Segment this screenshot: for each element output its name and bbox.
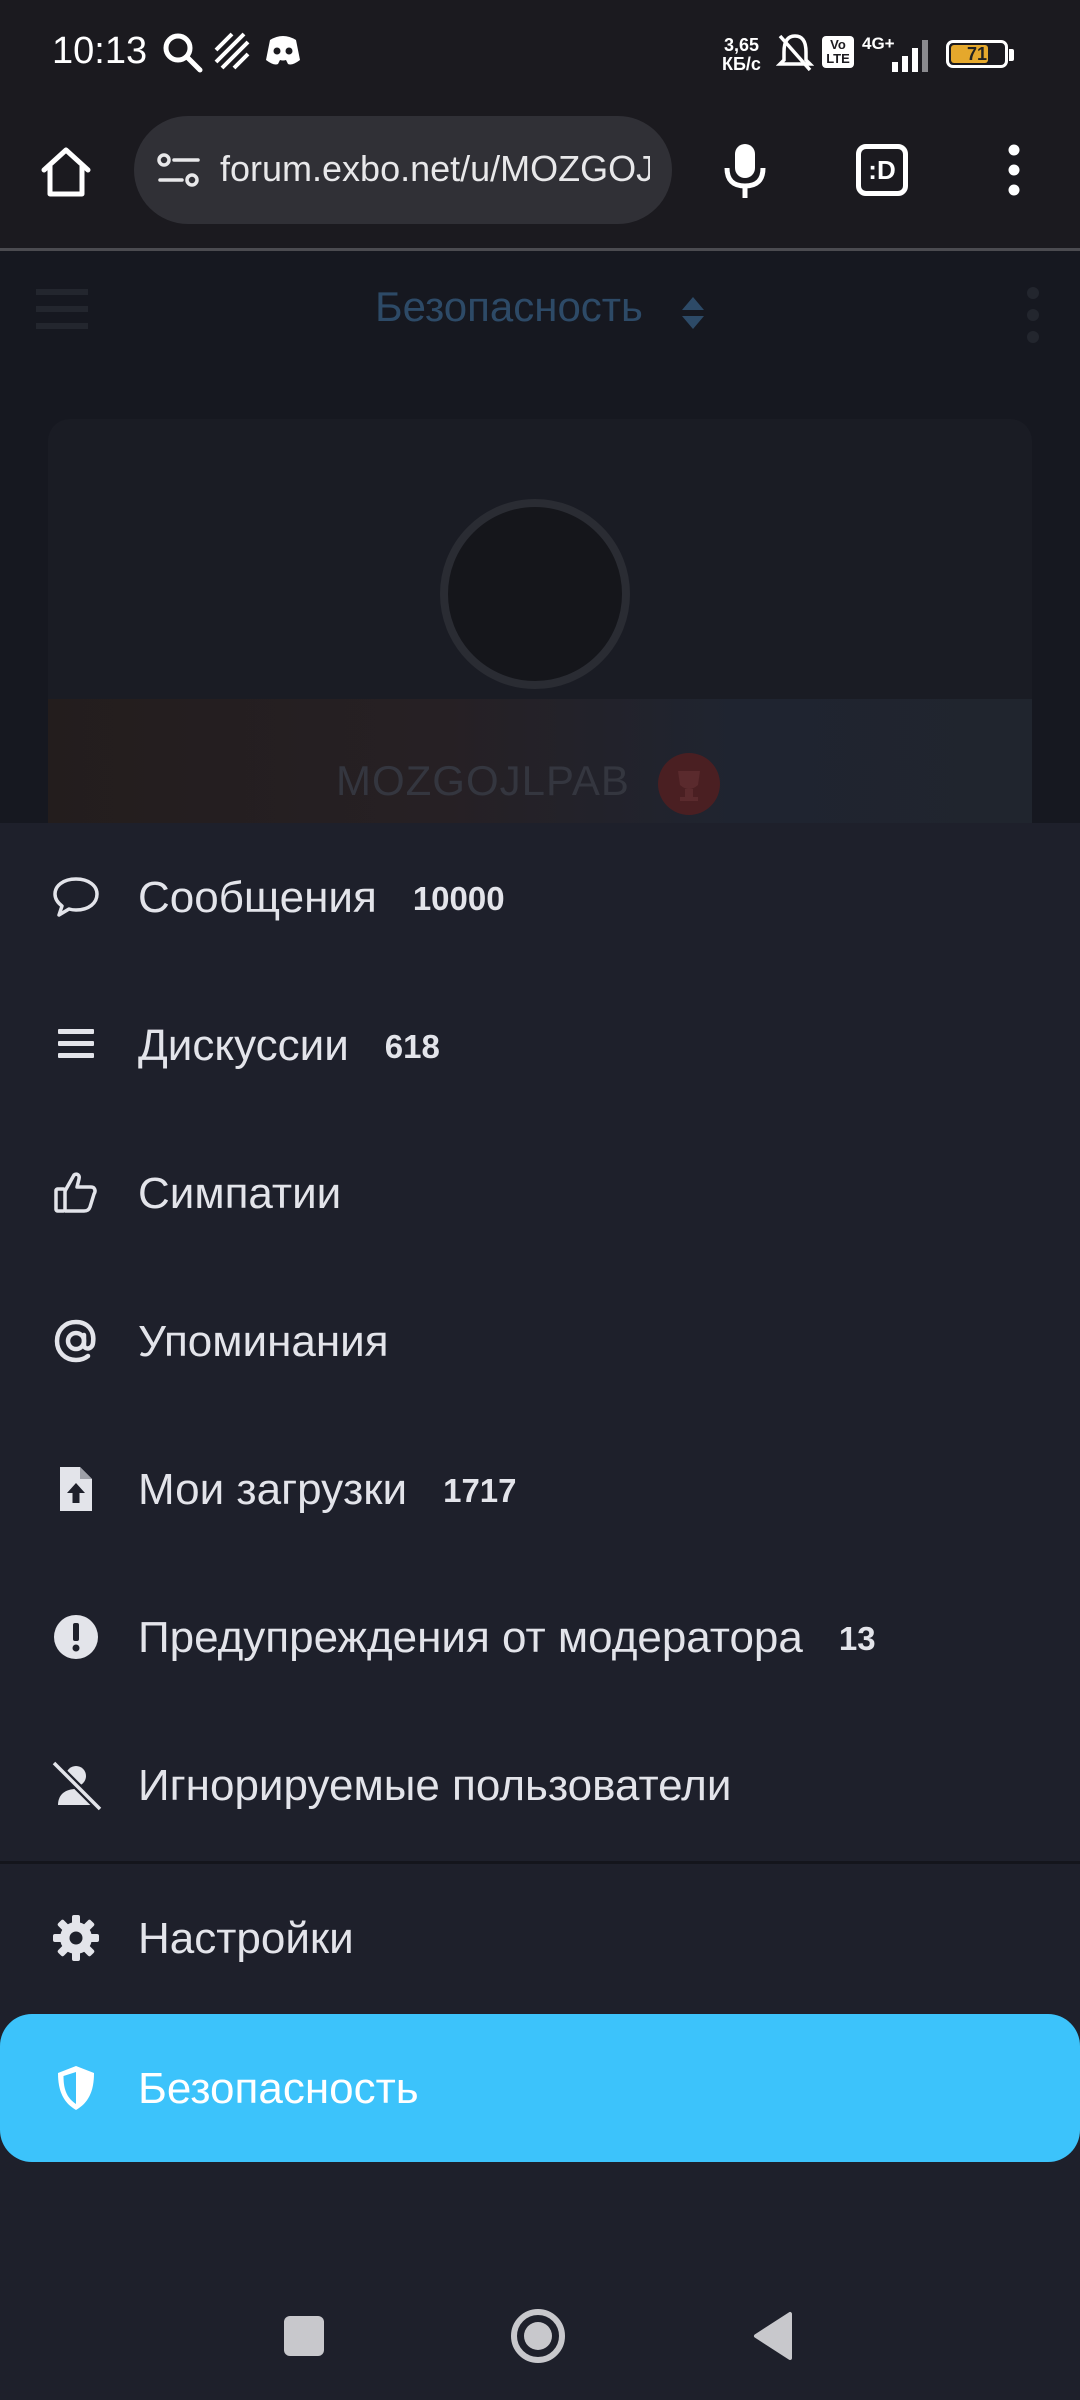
menu-item-mentions[interactable]: Упоминания [0,1267,1080,1415]
trophy-icon [658,753,720,815]
menu-item-likes[interactable]: Симпатии [0,1119,1080,1267]
menu-count: 618 [384,1028,440,1065]
menu-label: Безопасность [138,2064,419,2113]
status-time: 10:13 [52,30,148,72]
back-triangle-icon[interactable] [750,2310,798,2362]
search-icon [163,33,203,73]
menu-item-security[interactable]: Безопасность [0,2014,1080,2162]
profile-username: MOZGOJLPAB [336,757,630,804]
status-bar: 10:13 3,65 КБ/с Vo LTE 4G+ 71 [0,0,1080,110]
address-bar[interactable]: forum.exbo.net/u/MOZGOJLPAB [134,116,672,224]
page-more-icon [1027,287,1039,343]
menu-label: Мои загрузки [138,1465,408,1514]
battery-level: 71 [966,44,988,64]
battery-icon: 71 [946,40,1014,68]
thumbs-up-icon [54,1172,97,1213]
user-menu-drawer: Сообщения 10000 Дискуссии 618 Симпатии Упо… [0,823,1080,2400]
home-circle-icon[interactable] [508,2306,568,2366]
system-nav-bar [0,2270,1080,2400]
menu-item-discussions[interactable]: Дискуссии 618 [0,971,1080,1119]
avatar [440,499,630,689]
menu-label: Сообщения [138,873,377,922]
discord-icon [266,36,300,65]
menu-label: Дискуссии [138,1021,349,1070]
tab-switcher-icon[interactable]: :D [856,144,908,196]
page-title: Безопасность [375,283,643,330]
site-settings-icon[interactable] [156,150,202,190]
gear-icon [53,1915,99,1961]
exclamation-icon [54,1615,98,1659]
sort-icon [682,297,704,329]
menu-item-ignored-users[interactable]: Игнорируемые пользователи [0,1711,1080,1859]
shield-icon [58,2066,94,2110]
page-backdrop[interactable]: Безопасность MOZGOJLPAB [0,251,1080,823]
mic-icon[interactable] [720,140,770,204]
signal-icon [892,40,928,72]
menu-item-posts[interactable]: Сообщения 10000 [0,823,1080,971]
recents-square-icon[interactable] [280,2312,328,2360]
menu-count: 1717 [443,1472,517,1509]
menu-label: Симпатии [138,1169,342,1218]
menu-item-uploads[interactable]: Мои загрузки 1717 [0,1415,1080,1563]
file-upload-icon [60,1467,92,1511]
hamburger-icon [36,289,88,329]
menu-label: Упоминания [138,1317,389,1366]
browser-toolbar: forum.exbo.net/u/MOZGOJLPAB :D [0,110,1080,251]
net-speed: 3,65 КБ/с [722,35,761,74]
menu-count: 10000 [412,880,505,917]
menu-item-settings[interactable]: Настройки [0,1864,1080,2012]
menu-count: 13 [838,1620,876,1657]
menu-label: Игнорируемые пользователи [138,1761,732,1810]
home-icon[interactable] [36,142,96,202]
url-text[interactable]: forum.exbo.net/u/MOZGOJLPAB [220,148,650,190]
list-icon [58,1029,94,1058]
menu-item-warnings[interactable]: Предупреждения от модератора 13 [0,1563,1080,1711]
profile-card: MOZGOJLPAB [48,419,1032,823]
menu-label: Предупреждения от модератора [138,1613,803,1662]
comment-icon [53,877,99,917]
more-vertical-icon[interactable] [996,140,1032,200]
user-slash-icon [51,1760,102,1811]
at-icon [54,1319,96,1363]
stripes-icon [214,32,250,70]
bell-muted-icon [776,34,814,72]
menu-label: Настройки [138,1914,354,1963]
volte-badge: Vo LTE [822,36,854,68]
